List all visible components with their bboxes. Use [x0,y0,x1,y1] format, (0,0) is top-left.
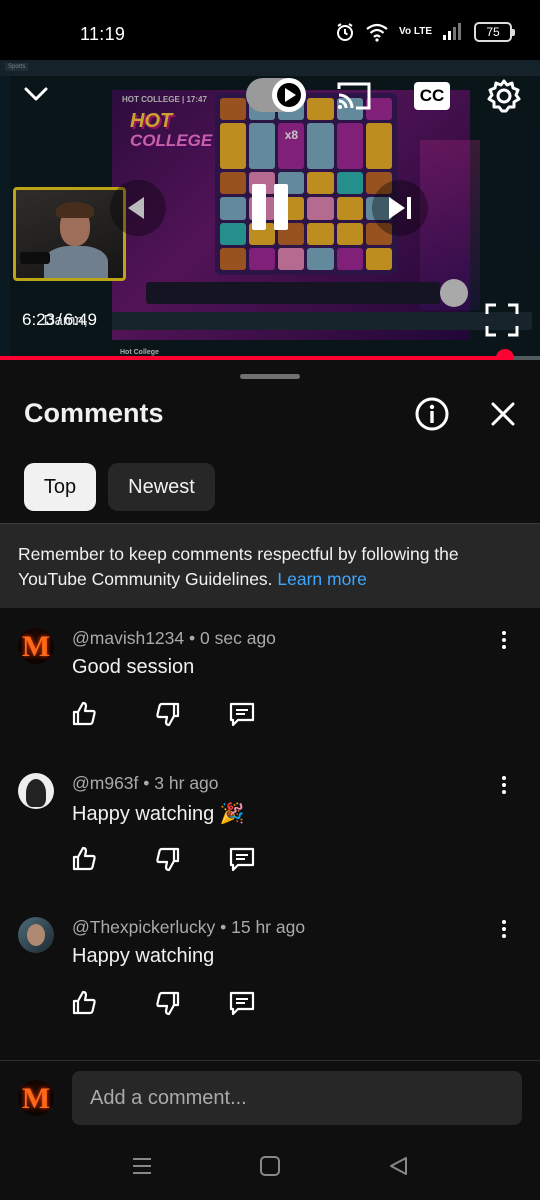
comment-author[interactable]: @m963f [72,773,138,793]
status-time: 11:19 [80,24,126,44]
flame-m-avatar[interactable]: M [18,628,54,664]
comment-item: M @mavish1234 • 0 sec ago Good session [0,628,540,768]
filter-chip-newest[interactable]: Newest [108,463,215,511]
silhouette-avatar[interactable] [18,773,54,809]
time-display: 6:23/6:49 Damn, [22,310,97,329]
collapse-icon[interactable] [20,78,52,110]
community-guidelines-notice: Remember to keep comments respectful by … [0,524,540,608]
more-options-icon[interactable] [494,917,514,943]
filter-chip-top[interactable]: Top [24,463,96,511]
alarm-icon [337,23,354,41]
system-nav-bar [0,1130,540,1200]
close-icon[interactable] [486,397,520,431]
cc-button[interactable]: CC [414,82,450,110]
fullscreen-icon[interactable] [484,302,520,338]
back-icon[interactable] [386,1154,410,1178]
notice-text: Remember to keep comments respectful by … [18,544,459,589]
reply-icon[interactable] [228,989,256,1017]
info-icon[interactable] [414,396,450,432]
comment-author[interactable]: @mavish1234 [72,628,184,648]
wifi-icon [366,23,388,42]
battery-icon: 75 [474,22,515,42]
comment-meta: @Thexpickerlucky • 15 hr ago [72,917,306,937]
panel-title: Comments [24,398,164,428]
caption-text: Damn, [43,312,88,329]
reply-icon[interactable] [228,845,256,873]
status-bar: 11:19 Vo LTE 75 [0,0,540,60]
recents-icon[interactable] [130,1154,154,1178]
more-options-icon[interactable] [494,773,514,799]
comment-text: Good session [72,656,195,678]
comment-text: Happy watching 🎉 [72,803,245,825]
home-icon[interactable] [258,1154,282,1178]
add-comment-input[interactable]: Add a comment... [72,1071,522,1125]
like-icon[interactable] [70,989,98,1017]
comment-age: 3 hr ago [154,773,219,793]
settings-icon[interactable] [486,78,522,114]
comment-meta: @m963f • 3 hr ago [72,773,219,793]
reply-icon[interactable] [228,700,256,728]
pause-icon[interactable] [240,176,300,242]
like-icon[interactable] [70,845,98,873]
autoplay-toggle[interactable] [246,78,306,112]
like-icon[interactable] [70,700,98,728]
dislike-icon[interactable] [154,989,182,1017]
comment-text: Happy watching [72,945,215,967]
comment-age: 0 sec ago [200,628,276,648]
dislike-icon[interactable] [154,700,182,728]
drag-handle[interactable] [240,374,300,379]
comment-item: @Thexpickerlucky • 15 hr ago Happy watch… [0,917,540,1057]
dislike-icon[interactable] [154,845,182,873]
comment-meta: @mavish1234 • 0 sec ago [72,628,276,648]
cast-icon[interactable] [336,80,372,112]
play-icon [272,78,306,112]
comment-age: 15 hr ago [231,917,306,937]
signal-icon [443,23,461,40]
user-avatar: M [18,1080,54,1116]
next-icon[interactable] [372,180,428,236]
video-player[interactable]: Sports HOT COLLEGE | 17:47 HOT COLLEGE x… [0,60,540,360]
photo-avatar[interactable] [18,917,54,953]
more-options-icon[interactable] [494,628,514,654]
previous-icon[interactable] [110,180,166,236]
divider [0,1060,540,1061]
comment-author[interactable]: @Thexpickerlucky [72,917,215,937]
comment-item: @m963f • 3 hr ago Happy watching 🎉 [0,773,540,913]
comments-panel: Comments Top Newest Remember to keep com… [0,360,540,1200]
volte-icon: Vo LTE [399,26,432,37]
learn-more-link[interactable]: Learn more [277,569,367,589]
